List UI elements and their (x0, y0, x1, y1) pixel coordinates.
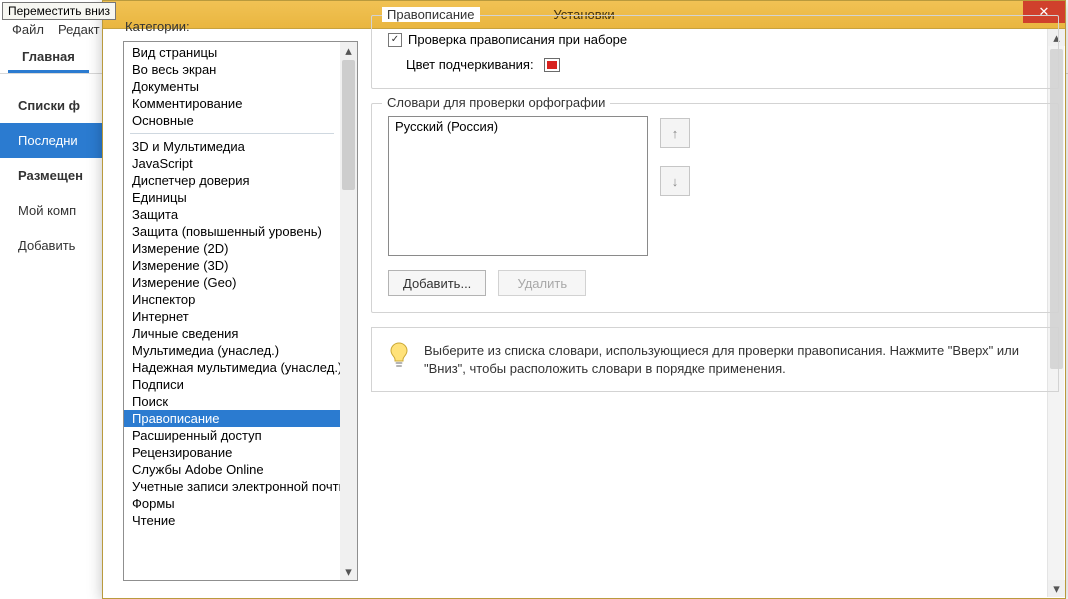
separator (130, 133, 334, 134)
list-item[interactable]: Русский (Россия) (395, 119, 641, 134)
check-spelling-label: Проверка правописания при наборе (408, 32, 627, 47)
hint-text: Выберите из списка словари, использующие… (424, 342, 1042, 377)
category-item[interactable]: Измерение (Geo) (124, 274, 340, 291)
preferences-dialog: Установки ✕ ▴ ▾ Категории: ▴ ▾ Вид стран… (102, 0, 1066, 599)
fieldset-legend: Словари для проверки орфографии (382, 95, 610, 110)
categories-scrollbar[interactable]: ▴ ▾ (340, 42, 357, 580)
category-item[interactable]: Измерение (2D) (124, 240, 340, 257)
add-dictionary-button[interactable]: Добавить... (388, 270, 486, 296)
chevron-down-icon[interactable]: ▾ (340, 563, 357, 580)
lightbulb-icon (388, 342, 410, 370)
delete-dictionary-button[interactable]: Удалить (498, 270, 586, 296)
category-item[interactable]: Расширенный доступ (124, 427, 340, 444)
category-item[interactable]: Надежная мультимедиа (унаслед.) (124, 359, 340, 376)
menu-file[interactable]: Файл (8, 20, 48, 42)
arrow-up-icon: ↑ (672, 126, 679, 141)
menu-edit[interactable]: Редакт (54, 20, 104, 42)
category-item[interactable]: Измерение (3D) (124, 257, 340, 274)
dictionary-listbox[interactable]: Русский (Россия) (388, 116, 648, 256)
move-up-button[interactable]: ↑ (660, 118, 690, 148)
tab-home[interactable]: Главная (8, 43, 89, 73)
category-item[interactable]: Мультимедиа (унаслед.) (124, 342, 340, 359)
category-item[interactable]: Во весь экран (124, 61, 340, 78)
category-item[interactable]: Чтение (124, 512, 340, 529)
category-item[interactable]: Учетные записи электронной почты (124, 478, 340, 495)
category-item[interactable]: Правописание (124, 410, 340, 427)
underline-color-label: Цвет подчеркивания: (406, 57, 534, 72)
category-item[interactable]: Личные сведения (124, 325, 340, 342)
category-item[interactable]: Защита (124, 206, 340, 223)
tooltip: Переместить вниз (2, 2, 116, 20)
underline-color-swatch[interactable] (544, 58, 560, 72)
category-item[interactable]: Интернет (124, 308, 340, 325)
fieldset-legend: Правописание (382, 7, 480, 22)
categories-listbox[interactable]: ▴ ▾ Вид страницыВо весь экранДокументыКо… (123, 41, 358, 581)
arrow-down-icon: ↓ (672, 174, 679, 189)
category-item[interactable]: Подписи (124, 376, 340, 393)
spelling-fieldset: Правописание ✓ Проверка правописания при… (371, 15, 1059, 89)
categories-label: Категории: (125, 19, 190, 34)
scrollbar-thumb[interactable] (342, 60, 355, 190)
category-item[interactable]: Диспетчер доверия (124, 172, 340, 189)
chevron-up-icon[interactable]: ▴ (340, 42, 357, 59)
category-item[interactable]: Документы (124, 78, 340, 95)
category-item[interactable]: Инспектор (124, 291, 340, 308)
category-item[interactable]: Поиск (124, 393, 340, 410)
category-item[interactable]: Комментирование (124, 95, 340, 112)
category-item[interactable]: Защита (повышенный уровень) (124, 223, 340, 240)
check-spelling-checkbox[interactable]: ✓ (388, 33, 402, 47)
color-icon (547, 61, 557, 69)
move-down-button[interactable]: ↓ (660, 166, 690, 196)
category-item[interactable]: Единицы (124, 189, 340, 206)
category-item[interactable]: JavaScript (124, 155, 340, 172)
category-item[interactable]: Основные (124, 112, 340, 129)
dictionaries-fieldset: Словари для проверки орфографии Русский … (371, 103, 1059, 313)
category-item[interactable]: Службы Adobe Online (124, 461, 340, 478)
category-item[interactable]: 3D и Мультимедиа (124, 138, 340, 155)
hint-panel: Выберите из списка словари, использующие… (371, 327, 1059, 392)
category-item[interactable]: Формы (124, 495, 340, 512)
category-item[interactable]: Вид страницы (124, 44, 340, 61)
category-item[interactable]: Рецензирование (124, 444, 340, 461)
